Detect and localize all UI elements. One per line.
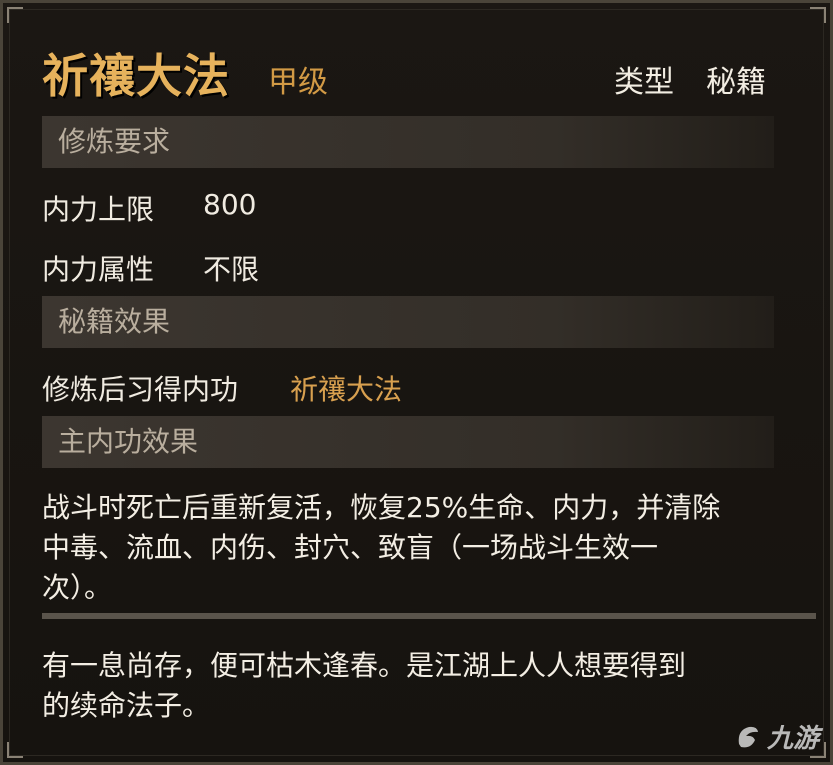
item-title: 祈禳大法 [42, 49, 230, 103]
watermark-logo-icon [738, 726, 758, 747]
type-value: 秘籍 [706, 65, 766, 100]
flavor-line: 有一息尚存，便可枯木逢春。是江湖上人人想要得到 [42, 649, 687, 682]
section-title-requirements: 修炼要求 [58, 125, 171, 158]
corner-ornament [7, 742, 23, 758]
max-internal-label: 内力上限 [42, 193, 155, 226]
watermark: 九游 [733, 718, 819, 755]
section-title-effect: 秘籍效果 [58, 305, 171, 338]
corner-ornament [7, 7, 23, 23]
attribute-label: 内力属性 [42, 253, 155, 286]
type-label: 类型 [614, 65, 674, 100]
watermark-text: 九游 [766, 724, 819, 754]
flavor-text: 有一息尚存，便可枯木逢春。是江湖上人人想要得到 的续命法子。 [42, 646, 787, 726]
main-effect-line: 中毒、流血、内伤、封穴、致盲（一场战斗生效一 [42, 531, 659, 564]
main-effect-line: 战斗时死亡后重新复活，恢复25%生命、内力，并清除 [42, 491, 721, 524]
corner-ornament [810, 7, 826, 23]
flavor-line: 的续命法子。 [42, 689, 211, 722]
main-effect-description: 战斗时死亡后重新复活，恢复25%生命、内力，并清除 中毒、流血、内伤、封穴、致盲… [42, 488, 787, 608]
divider [42, 613, 816, 619]
learn-value: 祈禳大法 [290, 373, 403, 406]
item-grade: 甲级 [268, 65, 328, 100]
section-title-main-effect: 主内功效果 [58, 425, 199, 458]
learn-label: 修炼后习得内功 [42, 373, 239, 406]
max-internal-value: 800 [203, 188, 257, 221]
main-effect-line: 次）。 [42, 571, 113, 604]
attribute-value: 不限 [203, 253, 260, 286]
